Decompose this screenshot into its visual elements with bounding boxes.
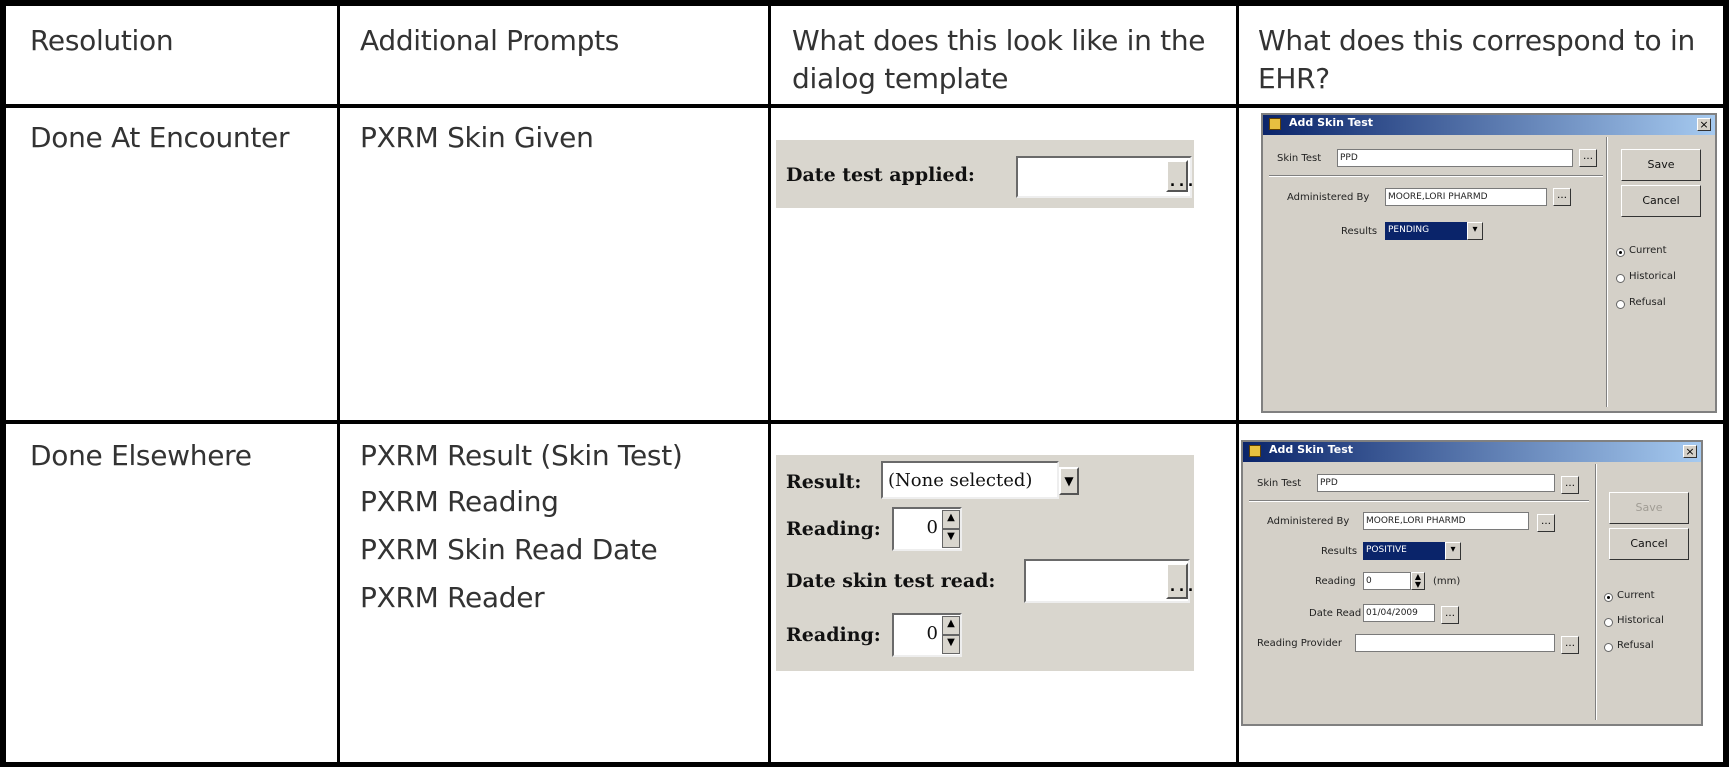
reading-spin-icon[interactable]: ▲ ▼ <box>1411 572 1425 590</box>
dialog-title: Add Skin Test <box>1269 443 1354 456</box>
header-row-divider <box>0 104 1729 108</box>
date-test-applied-label: Date test applied: <box>786 164 975 186</box>
save-button[interactable]: Save <box>1621 149 1701 181</box>
reading2-spin-down-icon[interactable]: ▼ <box>942 635 960 654</box>
reading2-spin-up-icon[interactable]: ▲ <box>942 616 960 635</box>
row1-resolution: Done At Encounter <box>30 121 290 154</box>
reading-spin-up-icon[interactable]: ▲ <box>942 510 960 529</box>
skin-test-lookup-button[interactable]: … <box>1579 149 1597 167</box>
results-label: Results <box>1321 546 1358 557</box>
table-border-bottom <box>0 762 1729 767</box>
table-border-right <box>1723 0 1729 767</box>
reading-provider-input[interactable] <box>1355 634 1555 652</box>
date-read-picker-button[interactable]: ... <box>1166 563 1195 599</box>
row2-prompt-4: PXRM Reader <box>360 581 545 614</box>
administered-by-lookup-button[interactable]: … <box>1537 514 1555 532</box>
radio-historical[interactable] <box>1616 274 1625 283</box>
date-skin-test-read-label: Date skin test read: <box>786 570 996 592</box>
app-icon <box>1269 118 1281 130</box>
administered-by-input[interactable]: MOORE,LORI PHARMD <box>1363 512 1529 530</box>
row2-dialog-template: Result: (None selected) ▼ Reading: 0 ▲ ▼… <box>776 455 1195 671</box>
skin-test-lookup-button[interactable]: … <box>1561 476 1579 494</box>
date-read-input[interactable]: 01/04/2009 <box>1363 604 1435 622</box>
result-combobox-value: (None selected) <box>888 470 1033 491</box>
row2-prompt-3: PXRM Skin Read Date <box>360 533 658 566</box>
dialog-separator <box>1606 137 1608 407</box>
dialog-separator <box>1595 464 1597 720</box>
administered-by-label: Administered By <box>1287 192 1370 203</box>
column-divider-3 <box>1236 0 1239 767</box>
date-picker-button[interactable]: ... <box>1166 160 1195 192</box>
date-read-label: Date Read <box>1309 608 1362 619</box>
table-border-left <box>0 0 6 767</box>
results-dropdown-icon[interactable]: ▾ <box>1445 542 1461 560</box>
results-dropdown-icon[interactable]: ▾ <box>1467 222 1483 240</box>
skin-test-input[interactable]: PPD <box>1317 474 1555 492</box>
app-icon <box>1249 445 1261 457</box>
header-additional-prompts: Additional Prompts <box>360 24 620 57</box>
reading2-spinner-value: 0 <box>926 623 938 644</box>
result-label: Result: <box>786 471 862 493</box>
dialog-title: Add Skin Test <box>1289 116 1374 129</box>
column-divider-2 <box>768 0 771 767</box>
header-dialog-template-line2: dialog template <box>792 62 1009 95</box>
skin-test-label: Skin Test <box>1277 153 1322 164</box>
administered-by-label: Administered By <box>1267 516 1350 527</box>
reading-provider-label: Reading Provider <box>1257 638 1342 649</box>
reading-unit: (mm) <box>1433 576 1461 587</box>
header-ehr-line2: EHR? <box>1258 62 1330 95</box>
row2-prompt-1: PXRM Result (Skin Test) <box>360 439 683 472</box>
reading-provider-lookup-button[interactable]: … <box>1561 636 1579 654</box>
result-dropdown-icon[interactable]: ▼ <box>1059 467 1079 495</box>
results-select[interactable]: POSITIVE <box>1363 542 1445 560</box>
reading2-label: Reading: <box>786 624 881 646</box>
row1-add-skin-test-dialog: Add Skin Test × Skin Test PPD … Administ… <box>1261 113 1717 413</box>
skin-test-label: Skin Test <box>1257 478 1302 489</box>
administered-by-lookup-button[interactable]: … <box>1553 188 1571 206</box>
radio-historical-label: Historical <box>1629 271 1676 282</box>
column-divider-1 <box>337 0 340 767</box>
radio-current[interactable] <box>1604 593 1613 602</box>
table-border-top <box>0 0 1729 6</box>
results-select[interactable]: PENDING <box>1385 222 1467 240</box>
radio-current-label: Current <box>1629 245 1667 256</box>
row1-prompt-1: PXRM Skin Given <box>360 121 594 154</box>
dialog-divider <box>1249 500 1589 502</box>
row2-resolution: Done Elsewhere <box>30 439 252 472</box>
save-button[interactable]: Save <box>1609 492 1689 524</box>
radio-refusal-label: Refusal <box>1617 640 1654 651</box>
cancel-button[interactable]: Cancel <box>1621 185 1701 217</box>
radio-refusal-label: Refusal <box>1629 297 1666 308</box>
close-icon[interactable]: × <box>1683 445 1697 458</box>
radio-historical[interactable] <box>1604 618 1613 627</box>
row2-prompt-2: PXRM Reading <box>360 485 559 518</box>
reading-input[interactable]: 0 <box>1363 572 1411 590</box>
dialog-divider <box>1269 175 1603 177</box>
header-resolution: Resolution <box>30 24 174 57</box>
results-label: Results <box>1341 226 1378 237</box>
reading-spinner-value: 0 <box>926 517 938 538</box>
date-read-picker-button[interactable]: … <box>1441 606 1459 624</box>
radio-historical-label: Historical <box>1617 615 1664 626</box>
reading-spin-down-icon[interactable]: ▼ <box>942 529 960 548</box>
close-icon[interactable]: × <box>1697 118 1711 131</box>
reading-label: Reading: <box>786 518 881 540</box>
radio-current[interactable] <box>1616 248 1625 257</box>
row2-add-skin-test-dialog: Add Skin Test × Skin Test PPD … Administ… <box>1241 440 1703 726</box>
row1-dialog-template: Date test applied: ... <box>776 140 1195 208</box>
resolution-table: Resolution Additional Prompts What does … <box>0 0 1729 767</box>
radio-refusal[interactable] <box>1616 300 1625 309</box>
radio-current-label: Current <box>1617 590 1655 601</box>
row-divider <box>0 420 1729 424</box>
skin-test-input[interactable]: PPD <box>1337 149 1573 167</box>
reading-label: Reading <box>1315 576 1356 587</box>
cancel-button[interactable]: Cancel <box>1609 528 1689 560</box>
radio-refusal[interactable] <box>1604 643 1613 652</box>
administered-by-input[interactable]: MOORE,LORI PHARMD <box>1385 188 1547 206</box>
